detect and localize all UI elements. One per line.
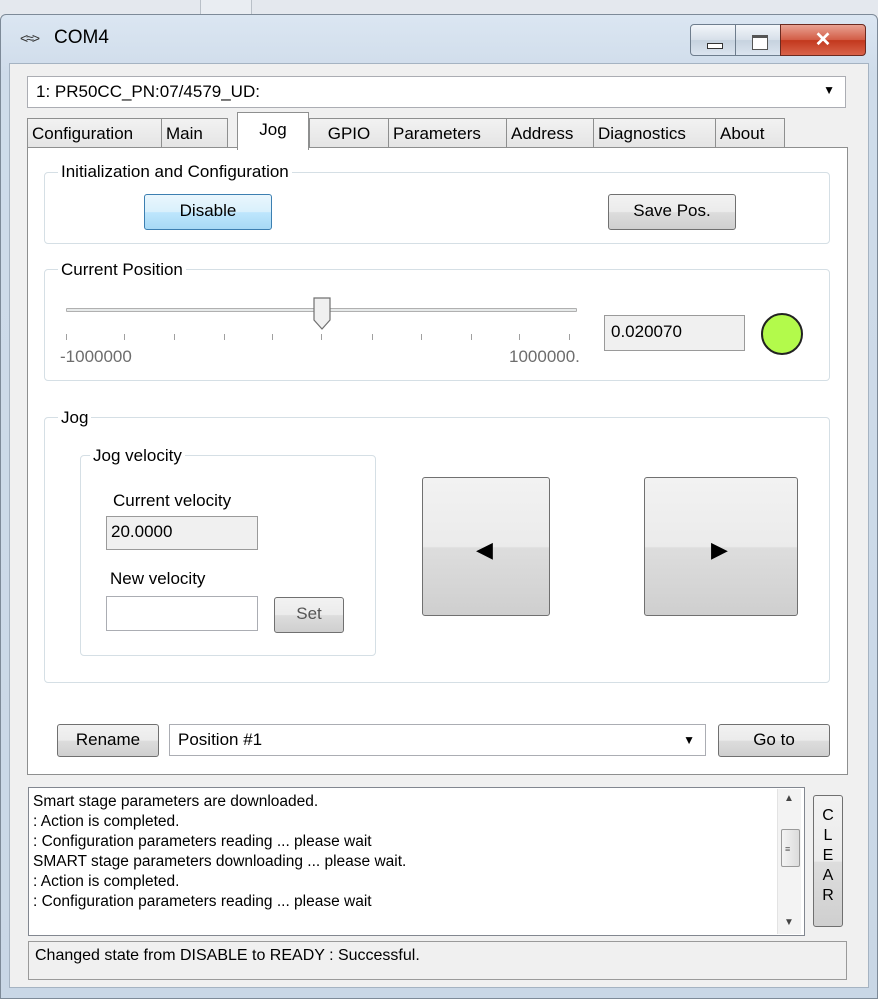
current-velocity-field: 20.0000 — [106, 516, 258, 550]
minimize-icon — [707, 43, 723, 49]
log-line: SMART stage parameters downloading ... p… — [33, 853, 407, 870]
close-icon: ✕ — [814, 29, 832, 51]
status-bar: Changed state from DISABLE to READY : Su… — [28, 941, 847, 980]
disable-button[interactable]: Disable — [144, 194, 272, 230]
log-line: : Action is completed. — [33, 813, 180, 830]
tab-diagnostics[interactable]: Diagnostics — [593, 118, 716, 148]
log-line: : Configuration parameters reading ... p… — [33, 833, 372, 850]
log-scrollbar[interactable]: ▲ ≡ ▼ — [777, 789, 801, 934]
position-value-field: 0.020070 — [604, 315, 745, 351]
window-title: COM4 — [54, 27, 109, 48]
init-config-legend: Initialization and Configuration — [58, 162, 292, 182]
disable-button-label: Disable — [179, 201, 237, 220]
clear-log-button[interactable]: C L E A R — [813, 795, 843, 927]
tab-gpio[interactable]: GPIO — [309, 118, 389, 148]
current-velocity-value: 20.0000 — [111, 522, 173, 541]
rename-button[interactable]: Rename — [57, 724, 159, 757]
close-button[interactable]: ✕ — [780, 24, 866, 56]
maximize-icon — [752, 35, 768, 50]
new-velocity-input[interactable] — [106, 596, 258, 631]
set-velocity-button[interactable]: Set — [274, 597, 344, 633]
serial-port-icon: <≈> — [20, 30, 40, 46]
set-velocity-label: Set — [296, 604, 322, 623]
jog-left-button[interactable]: ◀ — [422, 477, 550, 616]
position-select-value: Position #1 — [178, 730, 263, 749]
log-line: : Action is completed. — [33, 873, 180, 890]
arrow-right-icon: ▶ — [711, 537, 728, 562]
chevron-down-icon: ▼ — [823, 83, 835, 97]
arrow-left-icon: ◀ — [476, 537, 493, 562]
rename-label: Rename — [75, 730, 141, 749]
log-line: Smart stage parameters are downloaded. — [33, 793, 319, 810]
device-select-value: 1: PR50CC_PN:07/4579_UD: — [36, 82, 260, 101]
scroll-up-icon[interactable]: ▲ — [784, 793, 794, 804]
position-value: 0.020070 — [611, 322, 682, 341]
goto-label: Go to — [753, 730, 795, 749]
tab-jog[interactable]: Jog — [237, 112, 309, 150]
log-lines: Smart stage parameters are downloaded. :… — [33, 792, 406, 912]
jog-legend: Jog — [58, 408, 92, 428]
scroll-down-icon[interactable]: ▼ — [784, 917, 794, 928]
tab-configuration[interactable]: Configuration — [27, 118, 162, 148]
jog-right-button[interactable]: ▶ — [644, 477, 798, 616]
slider-max-label: 1000000. — [509, 347, 580, 366]
minimize-button[interactable] — [690, 24, 736, 56]
jog-velocity-legend: Jog velocity — [90, 446, 185, 466]
tab-parameters[interactable]: Parameters — [388, 118, 507, 148]
save-position-button[interactable]: Save Pos. — [608, 194, 736, 230]
tab-about[interactable]: About — [715, 118, 785, 148]
position-slider-thumb[interactable] — [313, 297, 331, 331]
clear-log-label: C L E A R — [822, 807, 834, 904]
scroll-thumb[interactable]: ≡ — [781, 829, 800, 867]
tab-main[interactable]: Main — [161, 118, 228, 148]
position-select[interactable]: Position #1 ▼ — [169, 724, 706, 756]
slider-min-label: -1000000 — [60, 347, 132, 366]
maximize-button[interactable] — [735, 24, 781, 56]
message-log[interactable]: Smart stage parameters are downloaded. :… — [28, 787, 805, 936]
save-position-label: Save Pos. — [633, 201, 711, 220]
current-position-legend: Current Position — [58, 260, 186, 280]
status-led-indicator — [761, 313, 803, 355]
device-select[interactable]: 1: PR50CC_PN:07/4579_UD: ▼ — [27, 76, 846, 108]
new-velocity-label: New velocity — [110, 569, 206, 588]
status-text: Changed state from DISABLE to READY : Su… — [35, 947, 420, 964]
goto-button[interactable]: Go to — [718, 724, 830, 757]
tab-address[interactable]: Address — [506, 118, 594, 148]
chevron-down-icon: ▼ — [683, 733, 695, 747]
current-velocity-label: Current velocity — [113, 491, 232, 510]
log-line: : Configuration parameters reading ... p… — [33, 893, 372, 910]
